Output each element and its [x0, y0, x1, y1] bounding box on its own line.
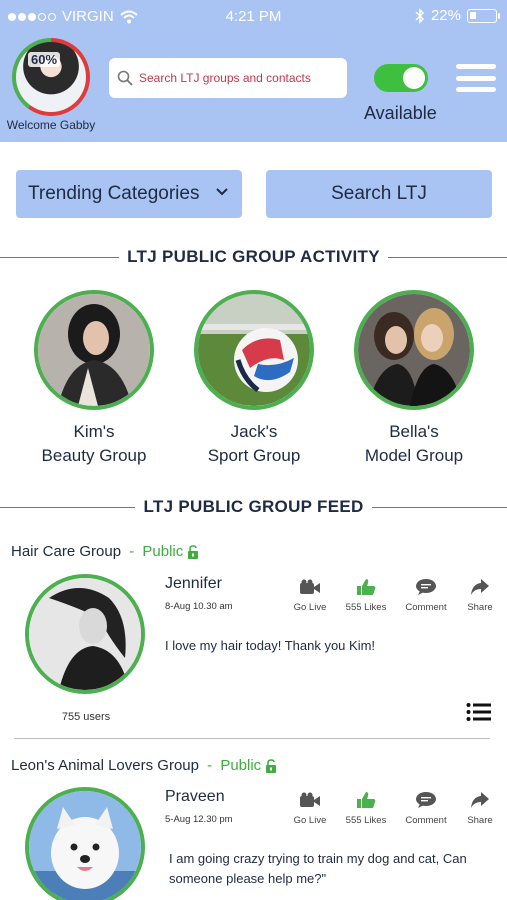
app-screen: VIRGIN 4:21 PM 22% 60% Welcome Gabby Sea… [0, 0, 507, 900]
like-button[interactable]: 555 Likes [336, 576, 396, 613]
post-date: 8-Aug 10.30 am [165, 601, 233, 612]
share-button[interactable]: Share [450, 789, 507, 826]
group-name-kim: Kim's Beauty Group [41, 422, 147, 465]
profile-progress-percent: 60% [28, 52, 61, 67]
comment-icon [416, 792, 436, 808]
search-icon [117, 70, 133, 86]
welcome-text: Welcome Gabby [6, 118, 96, 132]
search-bar[interactable] [109, 58, 347, 98]
video-camera-icon [300, 792, 320, 807]
go-live-button[interactable]: Go Live [280, 576, 340, 613]
header: VIRGIN 4:21 PM 22% 60% Welcome Gabby Sea… [0, 0, 507, 142]
thumbs-up-icon [357, 579, 376, 595]
post-author-name[interactable]: Praveen [165, 788, 225, 806]
comment-button[interactable]: Comment [396, 789, 456, 826]
availability-toggle[interactable] [374, 64, 428, 92]
activity-section-header: LTJ PUBLIC GROUP ACTIVITY [0, 246, 507, 268]
group-name-bella: Bella's Model Group [364, 422, 464, 465]
group-card-bella[interactable]: Bella's Model Group [344, 290, 484, 468]
group-name-jack: Jack's Sport Group [207, 422, 301, 465]
bluetooth-icon [415, 7, 425, 24]
profile-avatar[interactable] [12, 38, 90, 116]
hamburger-menu-icon[interactable] [456, 64, 496, 92]
battery: 22% [415, 7, 500, 24]
comment-button[interactable]: Comment [396, 576, 456, 613]
post-visibility: Public [142, 543, 184, 560]
toggle-knob [403, 67, 425, 89]
battery-icon [467, 8, 500, 23]
like-button[interactable]: 555 Likes [336, 789, 396, 826]
comment-icon [416, 579, 436, 595]
share-arrow-icon [471, 579, 489, 595]
post-author-avatar[interactable] [25, 787, 145, 900]
post-author-name[interactable]: Jennifer [165, 575, 222, 593]
group-card-jack[interactable]: Jack's Sport Group [184, 290, 324, 468]
post-message: I am going crazy trying to train my dog … [169, 851, 467, 886]
unlock-icon [188, 544, 199, 559]
post-date: 5-Aug 12.30 pm [165, 814, 233, 825]
group-image-kim [34, 290, 154, 410]
feed-section-header: LTJ PUBLIC GROUP FEED [0, 496, 507, 518]
post-group-header[interactable]: Hair Care Group - Public [11, 543, 199, 560]
post-user-count: 755 users [61, 711, 111, 723]
post-separator: - [125, 543, 139, 560]
trending-categories-dropdown[interactable]: Trending Categories [16, 170, 242, 218]
unlock-icon [266, 758, 277, 773]
post-visibility: Public [220, 757, 262, 774]
activity-title: LTJ PUBLIC GROUP ACTIVITY [127, 247, 380, 266]
group-image-jack [194, 290, 314, 410]
search-ltj-label: Search LTJ [331, 183, 427, 204]
post-separator: - [202, 757, 217, 774]
post-message: I love my hair today! Thank you Kim! [165, 638, 376, 653]
post-divider [14, 738, 490, 739]
thumbs-up-icon [357, 792, 376, 808]
list-menu-icon[interactable] [466, 702, 492, 722]
search-input[interactable] [139, 71, 339, 85]
group-card-kim[interactable]: Kim's Beauty Group [24, 290, 164, 468]
trending-categories-label: Trending Categories [28, 183, 200, 204]
share-button[interactable]: Share [450, 576, 507, 613]
status-bar: VIRGIN 4:21 PM 22% [0, 0, 507, 34]
group-image-bella [354, 290, 474, 410]
battery-percent: 22% [430, 7, 461, 24]
chevron-down-icon [216, 188, 228, 196]
video-camera-icon [300, 579, 320, 594]
availability-label: Available [364, 103, 437, 123]
go-live-button[interactable]: Go Live [280, 789, 340, 826]
post-group-name: Hair Care Group [11, 543, 122, 560]
search-ltj-button[interactable]: Search LTJ [266, 170, 492, 218]
post-author-avatar[interactable] [25, 574, 145, 694]
post-group-header[interactable]: Leon's Animal Lovers Group - Public [11, 757, 277, 774]
share-arrow-icon [471, 792, 489, 808]
feed-title: LTJ PUBLIC GROUP FEED [143, 497, 364, 516]
post-group-name: Leon's Animal Lovers Group [11, 757, 199, 774]
